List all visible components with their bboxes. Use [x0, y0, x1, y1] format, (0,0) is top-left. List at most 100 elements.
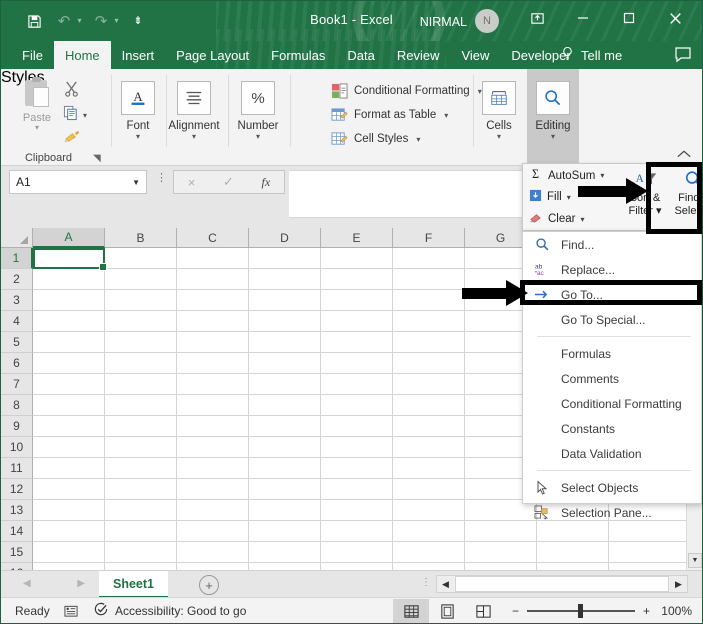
sort-filter-chevron-down-icon[interactable]: ▾: [656, 204, 662, 217]
format-painter-icon[interactable]: [63, 129, 81, 150]
sheet-tab-sheet1[interactable]: Sheet1: [99, 571, 168, 598]
normal-view-icon[interactable]: [393, 599, 429, 623]
tab-review[interactable]: Review: [386, 41, 451, 69]
find-select-button[interactable]: Find & Select ▾: [669, 166, 703, 217]
zoom-percent[interactable]: 100%: [658, 604, 692, 618]
menu-item-conditional-formatting[interactable]: Conditional Formatting: [523, 391, 701, 416]
paste-chevron-down-icon[interactable]: ▾: [15, 124, 59, 132]
conditional-formatting-button[interactable]: Conditional Formatting ▾: [331, 83, 482, 99]
row-header-6[interactable]: 6: [1, 353, 33, 374]
menu-item-go-to[interactable]: Go To...: [523, 282, 701, 307]
avatar[interactable]: N: [475, 9, 499, 33]
row-header-5[interactable]: 5: [1, 332, 33, 353]
column-header-f[interactable]: F: [393, 228, 465, 248]
number-chevron-down-icon[interactable]: ▾: [227, 132, 289, 141]
zoom-out-button[interactable]: −: [512, 604, 519, 618]
column-header-c[interactable]: C: [177, 228, 249, 248]
menu-item-formulas[interactable]: Formulas: [523, 341, 701, 366]
tab-insert[interactable]: Insert: [111, 41, 166, 69]
zoom-slider-thumb[interactable]: [577, 603, 583, 618]
tab-formulas[interactable]: Formulas: [260, 41, 336, 69]
page-layout-view-icon[interactable]: [429, 599, 465, 623]
row-header-1[interactable]: 1: [1, 248, 33, 269]
tab-data[interactable]: Data: [336, 41, 385, 69]
row-header-11[interactable]: 11: [1, 458, 33, 479]
row-header-3[interactable]: 3: [1, 290, 33, 311]
tab-view[interactable]: View: [450, 41, 500, 69]
copy-button[interactable]: ▾: [63, 105, 87, 126]
scroll-down-icon[interactable]: ▼: [688, 553, 702, 568]
menu-item-constants[interactable]: Constants: [523, 416, 701, 441]
horizontal-scroll-thumb[interactable]: [455, 576, 669, 592]
paste-button[interactable]: Paste ▾: [15, 77, 59, 132]
insert-function-icon[interactable]: fx: [262, 175, 271, 190]
alignment-chevron-down-icon[interactable]: ▾: [161, 132, 227, 141]
accessibility-status[interactable]: Accessibility: Good to go: [93, 601, 246, 620]
selected-cell-a1[interactable]: [33, 248, 107, 271]
clear-button[interactable]: Clear ▾: [529, 211, 585, 227]
menu-item-comments[interactable]: Comments: [523, 366, 701, 391]
format-as-table-button[interactable]: Format as Table ▾: [331, 107, 448, 123]
row-header-8[interactable]: 8: [1, 395, 33, 416]
row-header-15[interactable]: 15: [1, 542, 33, 563]
cells-button[interactable]: Cells ▾: [475, 81, 523, 141]
macro-record-icon[interactable]: [63, 604, 79, 623]
cell-styles-chevron-down-icon[interactable]: ▾: [416, 135, 420, 144]
row-header-10[interactable]: 10: [1, 437, 33, 458]
fill-chevron-down-icon[interactable]: ▾: [567, 193, 571, 202]
hscroll-left-icon[interactable]: ◀: [437, 576, 454, 592]
sheet-prev-icon[interactable]: ◀: [23, 578, 31, 589]
cell-styles-button[interactable]: Cell Styles ▾: [331, 131, 420, 147]
number-button[interactable]: % Number ▾: [227, 81, 289, 141]
name-box[interactable]: A1 ▼: [9, 170, 147, 194]
enter-icon[interactable]: ✓: [223, 174, 234, 190]
row-header-4[interactable]: 4: [1, 311, 33, 332]
editing-chevron-down-icon[interactable]: ▾: [527, 132, 579, 141]
column-header-a[interactable]: A: [33, 228, 105, 248]
horizontal-scrollbar[interactable]: ◀ ▶: [436, 575, 688, 593]
collapse-ribbon-icon[interactable]: [676, 149, 692, 162]
user-account[interactable]: NIRMAL N: [420, 9, 499, 33]
cut-icon[interactable]: [63, 80, 80, 102]
row-header-14[interactable]: 14: [1, 521, 33, 542]
font-button[interactable]: A Font ▾: [110, 81, 166, 141]
menu-item-go-to-special[interactable]: Go To Special...: [523, 307, 701, 332]
sheet-next-icon[interactable]: ▶: [77, 578, 85, 589]
ribbon-display-options-icon[interactable]: [514, 1, 560, 35]
name-box-chevron-down-icon[interactable]: ▼: [132, 178, 140, 187]
clear-chevron-down-icon[interactable]: ▾: [580, 215, 584, 224]
fill-button[interactable]: Fill ▾: [529, 189, 571, 205]
formula-bar-grip[interactable]: ⋮: [156, 173, 167, 184]
menu-item-replace[interactable]: ab ac Replace...: [523, 257, 701, 282]
zoom-slider[interactable]: [526, 603, 635, 618]
tab-home[interactable]: Home: [53, 41, 111, 69]
column-header-e[interactable]: E: [321, 228, 393, 248]
column-header-d[interactable]: D: [249, 228, 321, 248]
column-header-b[interactable]: B: [105, 228, 177, 248]
font-chevron-down-icon[interactable]: ▾: [110, 132, 166, 141]
menu-item-select-objects[interactable]: Select Objects: [523, 475, 701, 500]
editing-button[interactable]: Editing ▾: [527, 69, 579, 166]
tell-me-search[interactable]: Tell me: [561, 41, 622, 69]
select-all-corner[interactable]: [1, 228, 33, 248]
menu-item-data-validation[interactable]: Data Validation: [523, 441, 701, 466]
row-header-12[interactable]: 12: [1, 479, 33, 500]
copy-chevron-down-icon[interactable]: ▾: [83, 111, 87, 120]
add-sheet-icon[interactable]: +: [199, 575, 219, 595]
row-header-7[interactable]: 7: [1, 374, 33, 395]
cells-chevron-down-icon[interactable]: ▾: [475, 132, 523, 141]
hscroll-right-icon[interactable]: ▶: [670, 576, 687, 592]
cancel-icon[interactable]: ×: [188, 175, 196, 190]
page-break-preview-icon[interactable]: [465, 599, 501, 623]
close-icon[interactable]: [652, 1, 698, 35]
menu-item-selection-pane[interactable]: Selection Pane...: [523, 500, 701, 525]
zoom-in-button[interactable]: +: [643, 604, 650, 618]
comments-icon[interactable]: [674, 46, 692, 68]
restore-icon[interactable]: [606, 1, 652, 35]
tab-file[interactable]: File: [11, 41, 54, 69]
row-header-13[interactable]: 13: [1, 500, 33, 521]
row-header-16[interactable]: 16: [1, 563, 33, 570]
minimize-icon[interactable]: [560, 1, 606, 35]
row-header-2[interactable]: 2: [1, 269, 33, 290]
alignment-button[interactable]: Alignment ▾: [161, 81, 227, 141]
